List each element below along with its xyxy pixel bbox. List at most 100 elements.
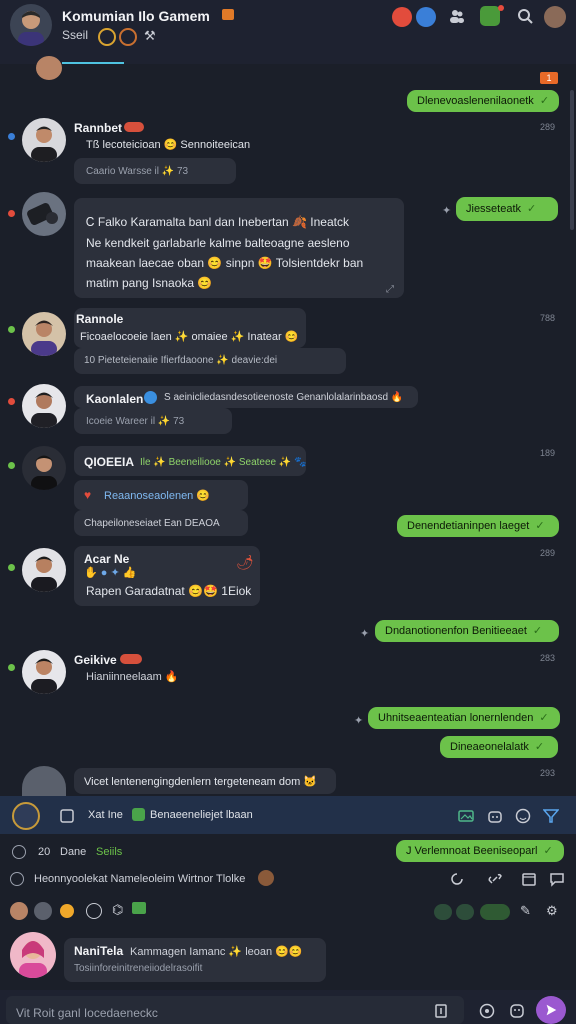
message-meta: 10 Pieteteienaiie Ifierfdaoone ✨ deavie:…: [84, 355, 278, 366]
outgoing-message[interactable]: Uhnitseaenteatian lonernlenden ✓: [368, 707, 560, 729]
message-text: Jiesseteatk: [466, 203, 522, 215]
forward-icon[interactable]: ✦: [354, 714, 363, 727]
online-dot: [8, 326, 15, 333]
sender-name: Geikive: [74, 653, 117, 667]
message-time: 289: [540, 548, 556, 558]
sender-avatar[interactable]: [22, 118, 66, 162]
more-icon[interactable]: ⚙: [546, 903, 558, 919]
reaction-avatar[interactable]: [10, 902, 28, 920]
outgoing-message[interactable]: Dndanotionenfon Benitieeaet ✓: [375, 620, 559, 642]
forward-icon[interactable]: ✦: [360, 627, 369, 640]
bot-icon[interactable]: [484, 805, 506, 827]
members-icon[interactable]: [446, 5, 468, 27]
outgoing-message[interactable]: Jiesseteatk ✓: [456, 197, 558, 221]
pinned-avatar[interactable]: [12, 802, 40, 830]
typing-icon: [10, 872, 24, 886]
flag-badge-icon: [222, 9, 234, 20]
gift-icon[interactable]: [132, 902, 146, 914]
sender-avatar[interactable]: [22, 384, 66, 428]
read-check-icon: ✓: [532, 625, 543, 637]
steam-icon[interactable]: [86, 903, 102, 919]
online-dot: [8, 210, 15, 217]
message-line: matim pang Isnaoka 😊: [86, 276, 213, 290]
header-progress-underline: [62, 62, 124, 64]
chat-bubble-icon[interactable]: [546, 868, 568, 890]
message-text: Tß lecoteicioan 😊 Sennoiteeican: [86, 139, 251, 151]
sticker-icon[interactable]: [434, 904, 452, 920]
emoji-angry-icon[interactable]: [60, 904, 74, 918]
send-icon: [546, 1004, 557, 1016]
image-icon[interactable]: [455, 805, 477, 827]
sender-avatar[interactable]: [22, 446, 66, 490]
sticker-icon[interactable]: [480, 904, 510, 920]
heart-icon: ♥: [84, 488, 92, 502]
online-dot: [8, 564, 15, 571]
voice-icon[interactable]: [476, 1000, 498, 1022]
read-check-icon: ✓: [539, 95, 550, 107]
outgoing-message[interactable]: Dineaeonelalatk ✓: [440, 736, 558, 758]
message-time: 293: [540, 768, 556, 778]
message-text: S aeinicliedasndesotieenoste Genanlolala…: [164, 392, 404, 403]
message-text: Reaanoseaolenen 😊: [104, 490, 211, 502]
verified-badge-icon[interactable]: [416, 7, 436, 27]
expand-icon[interactable]: ⤢: [386, 284, 394, 295]
link-icon[interactable]: [484, 868, 506, 890]
attach-icon[interactable]: [430, 1000, 452, 1022]
wand-icon[interactable]: ✎: [520, 903, 531, 919]
message-text: Dineaeonelalatk: [450, 741, 529, 753]
info-count: 20: [38, 846, 51, 858]
sender-avatar[interactable]: [22, 548, 66, 592]
read-check-icon: ✓: [527, 203, 537, 215]
forward-icon[interactable]: ✦: [442, 204, 451, 217]
sticker-picker-icon[interactable]: [506, 1000, 528, 1022]
profile-subtext: Tosiinforeinitreneiiodelrasoifit: [74, 963, 203, 974]
calendar-icon[interactable]: [518, 868, 540, 890]
filter-icon[interactable]: [540, 805, 562, 827]
profile-card-avatar[interactable]: [10, 932, 56, 978]
outgoing-message[interactable]: Denendetianinpen laeget ✓: [397, 515, 559, 537]
date-badge: 1: [540, 72, 558, 84]
send-button[interactable]: [536, 996, 566, 1024]
sender-avatar[interactable]: [22, 766, 66, 796]
partial-avatar: [36, 56, 62, 80]
message-time: 283: [540, 653, 556, 663]
sender-badge-icon: [120, 654, 142, 664]
group-avatar[interactable]: [10, 4, 52, 46]
message-text: Dndanotionenfon Benitieeaet: [385, 625, 527, 637]
sender-avatar[interactable]: [22, 192, 66, 236]
note-icon[interactable]: [56, 805, 78, 827]
profile-avatar[interactable]: [544, 6, 566, 28]
verified-icon: [144, 391, 157, 404]
chat-subtitle: Sseil: [62, 28, 89, 42]
message-time: 189: [540, 448, 556, 458]
message-text: Hianiinneelaam 🔥: [86, 671, 179, 683]
refresh-icon[interactable]: [446, 868, 468, 890]
sender-avatar[interactable]: [22, 312, 66, 356]
message-time: 788: [540, 313, 556, 323]
member-avatar-icon[interactable]: [392, 7, 412, 27]
pinned-label: Xat Ine: [88, 809, 123, 821]
read-check-icon: ✓: [535, 520, 545, 532]
profile-name: NaniTela: [74, 944, 124, 958]
outgoing-message[interactable]: Dlenevoaslenenilaonetk ✓: [407, 90, 559, 112]
game-avatar-icon[interactable]: [480, 6, 500, 26]
emoji-icon[interactable]: [512, 805, 534, 827]
mute-icon[interactable]: ⚒: [144, 28, 156, 44]
online-dot: [8, 133, 15, 140]
sender-name: QIOEEIA: [84, 455, 135, 469]
typing-avatar: [258, 870, 274, 886]
search-icon[interactable]: [514, 5, 536, 27]
gamepad-icon[interactable]: ⌬: [112, 902, 123, 918]
outgoing-message[interactable]: J Verlemnoat Beeniseoparl ✓: [396, 840, 564, 862]
message-line: Ne kendkeit garlabarle kalme balteoagne …: [86, 236, 350, 250]
scrollbar[interactable]: [570, 90, 574, 230]
message-meta: Icoeie Wareer il ✨ 73: [86, 416, 185, 427]
pinned-text: Benaeeneliejet lbaan: [150, 809, 253, 821]
sticker-icon[interactable]: [456, 904, 474, 920]
chili-icon: 🌶: [236, 554, 254, 570]
sender-avatar[interactable]: [22, 650, 66, 694]
coin-icon: [119, 28, 137, 46]
message-text: Rapen Garadatnat 😊🤩 1Eiok: [86, 584, 252, 598]
message-text: J Verlemnoat Beeniseoparl: [406, 845, 538, 857]
reaction-avatar[interactable]: [34, 902, 52, 920]
